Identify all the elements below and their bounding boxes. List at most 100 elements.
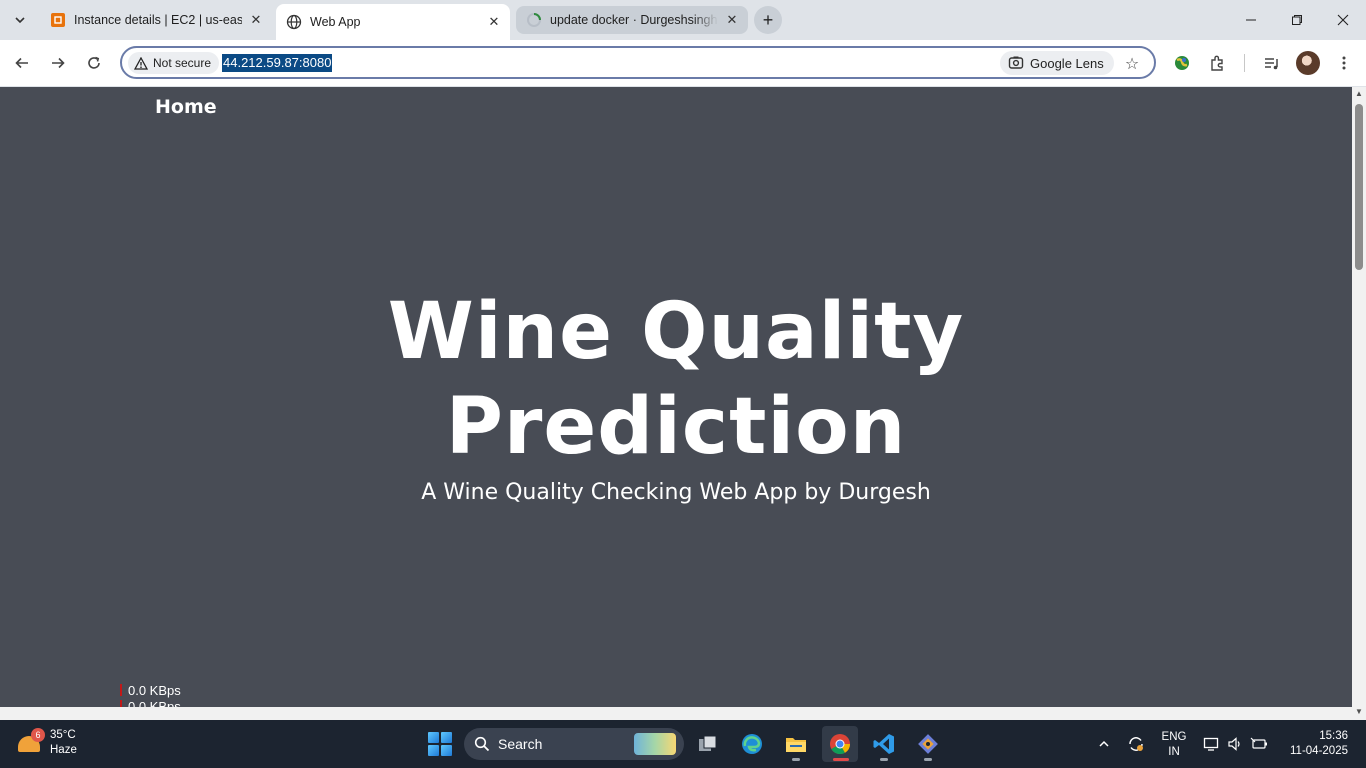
vertical-scrollbar[interactable]: ▲ ▼ — [1352, 87, 1366, 720]
search-highlight-image — [634, 733, 676, 755]
warning-icon — [134, 56, 148, 70]
browser-menu-button[interactable] — [1330, 49, 1358, 77]
battery-plug-icon — [1250, 737, 1267, 749]
security-chip[interactable]: Not secure — [128, 52, 220, 74]
extensions-menu-button[interactable] — [1204, 49, 1232, 77]
forward-button[interactable] — [44, 49, 72, 77]
taskbar-edge[interactable] — [734, 726, 770, 762]
running-indicator — [924, 758, 932, 761]
scroll-down-arrow-icon[interactable]: ▼ — [1355, 708, 1363, 716]
edge-browser-icon — [742, 734, 762, 754]
taskbar-task-view[interactable] — [690, 726, 726, 762]
toolbar-divider — [1244, 54, 1245, 72]
address-bar[interactable]: Not secure 44.212.59.87:8080 Google Lens… — [120, 46, 1156, 79]
camera-search-icon — [1008, 56, 1024, 69]
running-indicator — [880, 758, 888, 761]
weather-badge: 6 — [31, 728, 45, 742]
git-diamond-icon — [918, 734, 938, 754]
show-hidden-icons-button[interactable] — [1092, 720, 1116, 768]
taskbar-search[interactable]: Search — [464, 728, 684, 760]
security-label: Not secure — [153, 56, 212, 70]
minimize-icon — [1246, 19, 1256, 21]
lens-label: Google Lens — [1030, 55, 1104, 71]
close-window-button[interactable] — [1320, 0, 1366, 40]
new-tab-button[interactable]: + — [754, 6, 782, 34]
extension-button[interactable] — [1168, 49, 1196, 77]
network-monitor-overlay: 0.0 KBps 0.0 KBps — [120, 683, 181, 707]
earth-extension-icon — [1175, 56, 1189, 70]
globe-icon — [286, 14, 302, 30]
taskbar-file-explorer[interactable] — [778, 726, 814, 762]
minimize-button[interactable] — [1228, 0, 1274, 40]
speaker-icon — [1228, 737, 1240, 751]
aws-icon — [50, 12, 66, 28]
puzzle-icon — [1211, 55, 1223, 71]
vscode-icon — [873, 734, 894, 754]
network-tray-button[interactable] — [1200, 720, 1222, 768]
taskbar-chrome[interactable] — [822, 726, 858, 762]
download-bar — [120, 700, 122, 707]
weather-widget[interactable]: 6 35°C Haze — [16, 728, 77, 758]
clock-date: 11-04-2025 — [1290, 745, 1348, 757]
profile-avatar[interactable] — [1296, 51, 1320, 75]
tab-web-app[interactable]: Web App ✕ — [276, 4, 510, 40]
close-icon[interactable]: ✕ — [724, 12, 740, 28]
monitor-network-icon — [1203, 737, 1219, 751]
restore-icon — [1292, 15, 1302, 25]
input-language-indicator[interactable]: ENG IN — [1160, 730, 1188, 760]
folder-icon — [786, 738, 806, 752]
system-clock[interactable]: 15:36 11-04-2025 — [1282, 729, 1348, 759]
running-indicator — [792, 758, 800, 761]
plus-icon: + — [762, 9, 774, 30]
back-button[interactable] — [8, 49, 36, 77]
close-icon[interactable]: ✕ — [486, 14, 502, 30]
upload-bar — [120, 684, 122, 696]
tab-ec2-instance[interactable]: Instance details | EC2 | us-east-1 ✕ — [40, 6, 272, 34]
star-icon: ☆ — [1124, 56, 1140, 73]
reload-button[interactable] — [80, 49, 108, 77]
weather-haze-icon: 6 — [16, 728, 45, 756]
title-line-1: Wine Quality — [387, 287, 965, 377]
media-controls-button[interactable] — [1258, 49, 1286, 77]
battery-tray-button[interactable] — [1248, 720, 1270, 768]
chevron-down-icon — [15, 17, 25, 24]
taskbar-vscode[interactable] — [866, 726, 902, 762]
volume-tray-button[interactable] — [1224, 720, 1246, 768]
horizontal-scrollbar-track — [0, 707, 1352, 720]
scroll-up-arrow-icon[interactable]: ▲ — [1355, 90, 1363, 98]
tab-title: Web App — [310, 15, 361, 29]
start-button[interactable] — [428, 732, 452, 756]
windows-taskbar: 6 35°C Haze Search ENG IN 15:36 11-04-20… — [0, 720, 1366, 768]
google-lens-button[interactable]: Google Lens — [1000, 51, 1114, 75]
language-code: ENG — [1161, 731, 1187, 743]
arrow-left-icon — [15, 57, 28, 69]
sync-tray-button[interactable] — [1124, 720, 1148, 768]
more-vertical-icon — [1342, 56, 1346, 70]
active-indicator — [833, 758, 849, 761]
browser-toolbar: Not secure 44.212.59.87:8080 Google Lens… — [0, 40, 1366, 86]
url-text[interactable]: 44.212.59.87:8080 — [222, 54, 333, 72]
scrollbar-thumb[interactable] — [1355, 104, 1363, 270]
arrow-right-icon — [52, 57, 65, 69]
download-speed: 0.0 KBps — [128, 699, 181, 707]
tab-search-button[interactable] — [8, 8, 32, 32]
temperature: 35°C — [50, 729, 76, 741]
weather-condition: Haze — [50, 744, 77, 756]
bookmark-star-button[interactable]: ☆ — [1120, 52, 1144, 76]
close-icon[interactable]: ✕ — [248, 12, 264, 28]
title-line-2: Prediction — [445, 382, 907, 472]
upload-speed: 0.0 KBps — [128, 683, 181, 698]
tab-title: Instance details | EC2 | us-east-1 — [74, 13, 242, 27]
sync-icon — [1129, 737, 1143, 751]
nav-home-link[interactable]: Home — [155, 96, 217, 118]
task-view-icon — [699, 735, 717, 751]
music-queue-icon — [1265, 58, 1278, 70]
restore-button[interactable] — [1274, 0, 1320, 40]
tab-strip: Instance details | EC2 | us-east-1 ✕ Web… — [0, 0, 1366, 40]
web-page: Home Wine Quality Prediction A Wine Qual… — [0, 87, 1352, 707]
taskbar-git-tool[interactable] — [910, 726, 946, 762]
region-code: IN — [1168, 746, 1180, 758]
tab-github-docker[interactable]: update docker · Durgeshsingh1... ✕ — [516, 6, 748, 34]
tab-title: update docker · Durgeshsingh1... — [550, 13, 718, 27]
page-subtitle: A Wine Quality Checking Web App by Durge… — [421, 480, 931, 505]
